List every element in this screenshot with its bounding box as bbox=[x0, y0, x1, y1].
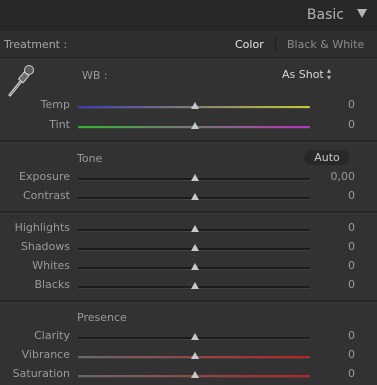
slider-temp[interactable]: Temp 0 bbox=[0, 97, 377, 115]
slider-thumb[interactable] bbox=[191, 371, 199, 378]
slider-exposure[interactable]: Exposure 0,00 bbox=[0, 169, 377, 187]
tone-title: Tone bbox=[77, 152, 103, 165]
slider-label: Highlights bbox=[14, 221, 70, 234]
slider-value[interactable]: 0 bbox=[348, 118, 355, 131]
slider-value[interactable]: 0 bbox=[348, 98, 355, 111]
wb-label: WB : bbox=[82, 69, 108, 82]
slider-label: Shadows bbox=[20, 240, 70, 253]
section-divider bbox=[0, 300, 377, 303]
slider-thumb[interactable] bbox=[191, 244, 199, 251]
slider-label: Tint bbox=[49, 118, 70, 131]
slider-label: Whites bbox=[32, 259, 70, 272]
slider-shadows[interactable]: Shadows 0 bbox=[0, 239, 377, 257]
slider-thumb[interactable] bbox=[191, 282, 199, 289]
slider-highlights[interactable]: Highlights 0 bbox=[0, 220, 377, 238]
eyedropper-icon[interactable] bbox=[6, 63, 36, 99]
slider-value[interactable]: 0 bbox=[348, 367, 355, 380]
treatment-bw-option[interactable]: Black & White bbox=[287, 38, 364, 51]
updown-arrows-icon[interactable]: ▴ ▾ bbox=[327, 67, 331, 82]
slider-thumb[interactable] bbox=[191, 174, 199, 181]
slider-value[interactable]: 0 bbox=[348, 329, 355, 342]
treatment-divider bbox=[275, 37, 276, 51]
slider-label: Clarity bbox=[34, 329, 70, 342]
panel-header[interactable]: Basic bbox=[0, 0, 377, 32]
slider-label: Saturation bbox=[12, 367, 70, 380]
slider-label: Vibrance bbox=[21, 348, 70, 361]
slider-thumb[interactable] bbox=[191, 102, 199, 109]
auto-button[interactable]: Auto bbox=[304, 150, 350, 165]
slider-contrast[interactable]: Contrast 0 bbox=[0, 188, 377, 206]
section-divider bbox=[0, 211, 377, 214]
slider-label: Exposure bbox=[19, 170, 70, 183]
slider-value[interactable]: 0 bbox=[348, 240, 355, 253]
slider-value[interactable]: 0 bbox=[348, 221, 355, 234]
slider-thumb[interactable] bbox=[191, 333, 199, 340]
slider-vibrance[interactable]: Vibrance 0 bbox=[0, 347, 377, 365]
slider-thumb[interactable] bbox=[191, 122, 199, 129]
triangle-down-icon[interactable] bbox=[357, 9, 367, 18]
slider-thumb[interactable] bbox=[191, 352, 199, 359]
slider-thumb[interactable] bbox=[191, 193, 199, 200]
slider-whites[interactable]: Whites 0 bbox=[0, 258, 377, 276]
slider-label: Contrast bbox=[22, 189, 70, 202]
slider-label: Temp bbox=[40, 98, 70, 111]
treatment-row: Treatment : Color Black & White bbox=[0, 31, 377, 58]
slider-value[interactable]: 0 bbox=[348, 189, 355, 202]
treatment-label: Treatment : bbox=[4, 38, 68, 51]
panel-title: Basic bbox=[306, 7, 344, 23]
slider-blacks[interactable]: Blacks 0 bbox=[0, 277, 377, 295]
slider-value[interactable]: 0 bbox=[348, 259, 355, 272]
slider-clarity[interactable]: Clarity 0 bbox=[0, 328, 377, 346]
slider-value[interactable]: 0 bbox=[348, 278, 355, 291]
slider-saturation[interactable]: Saturation 0 bbox=[0, 366, 377, 384]
slider-tint[interactable]: Tint 0 bbox=[0, 117, 377, 135]
section-divider bbox=[0, 140, 377, 143]
slider-value[interactable]: 0 bbox=[348, 348, 355, 361]
slider-thumb[interactable] bbox=[191, 225, 199, 232]
presence-title: Presence bbox=[77, 311, 127, 324]
treatment-color-option[interactable]: Color bbox=[235, 38, 264, 51]
wb-select[interactable]: As Shot bbox=[282, 68, 324, 81]
slider-thumb[interactable] bbox=[191, 263, 199, 270]
slider-value[interactable]: 0,00 bbox=[331, 170, 356, 183]
slider-label: Blacks bbox=[34, 278, 71, 291]
